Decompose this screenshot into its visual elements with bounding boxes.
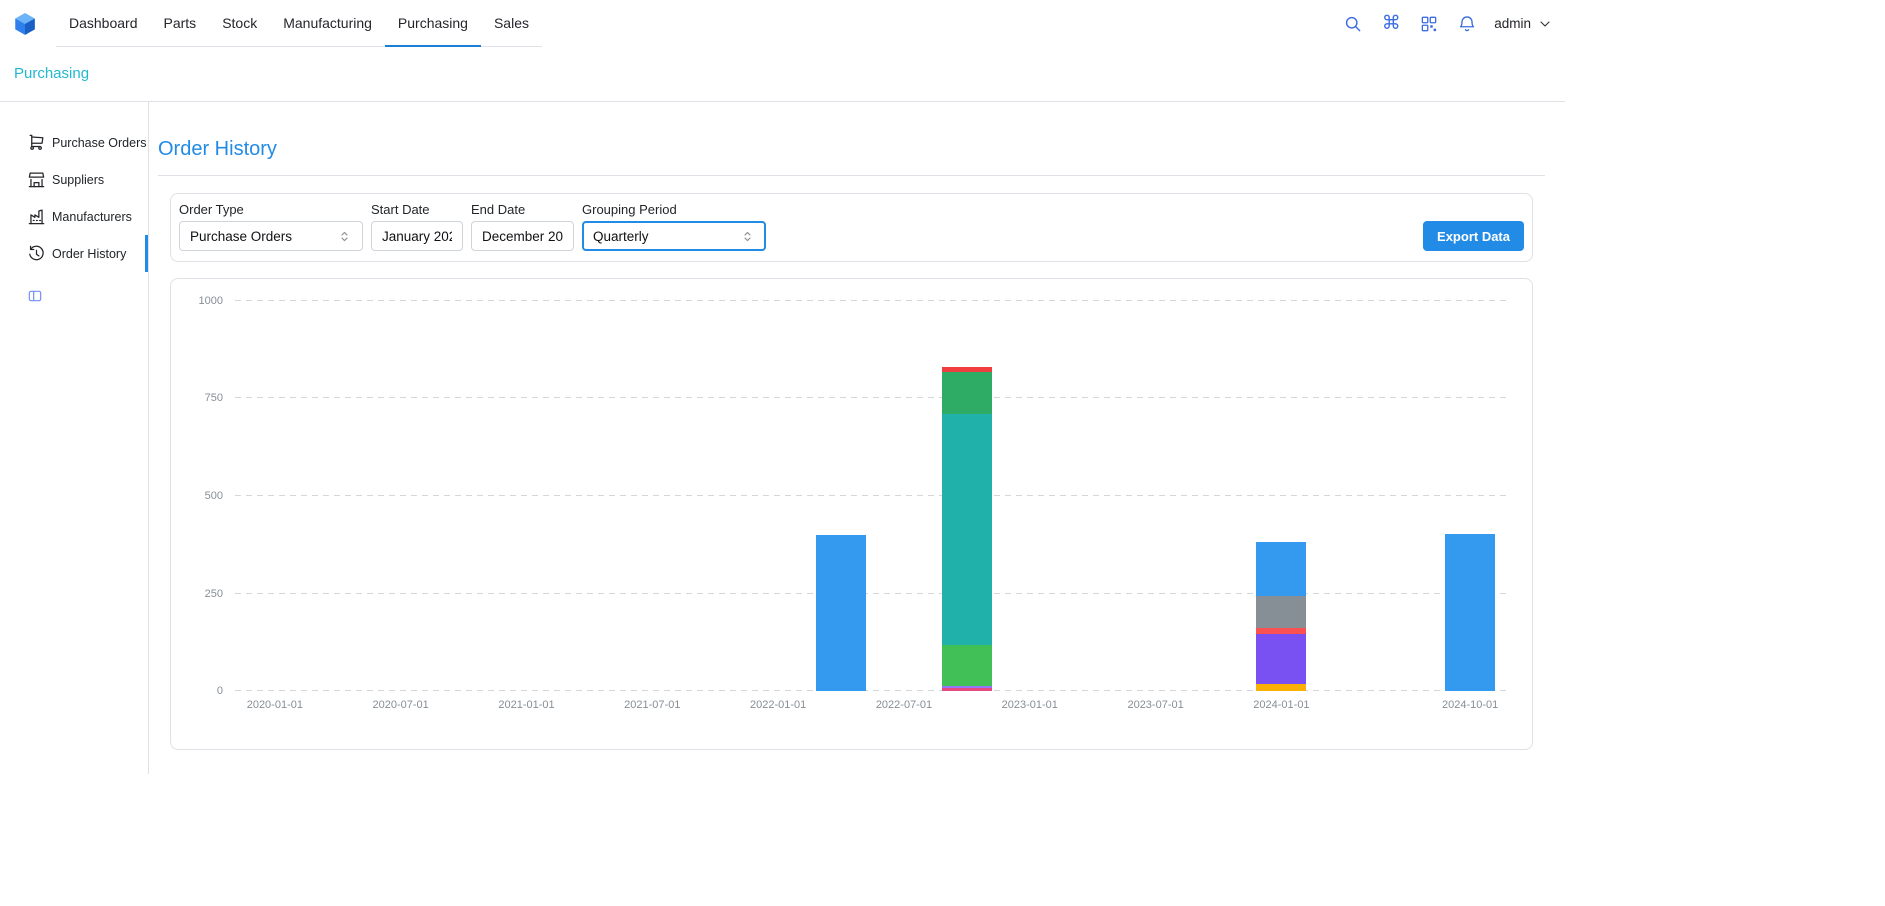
notifications-icon[interactable]	[1456, 13, 1478, 35]
select-chevrons-icon	[337, 229, 352, 244]
end-date-label: End Date	[471, 202, 574, 217]
gridline	[235, 495, 1510, 496]
end-date-input[interactable]	[471, 221, 574, 251]
gridline	[235, 690, 1510, 691]
bar-segment	[942, 372, 992, 415]
building-store-icon	[27, 170, 46, 189]
tab-purchasing[interactable]: Purchasing	[385, 0, 481, 47]
tab-stock[interactable]: Stock	[209, 0, 270, 47]
title-divider	[158, 175, 1545, 176]
sidebar-item-order-history[interactable]: Order History	[0, 235, 148, 272]
gridline	[235, 300, 1510, 301]
nav-actions: ⌘ admin	[1342, 0, 1553, 47]
gridline	[235, 397, 1510, 398]
x-axis-tick: 2022-07-01	[876, 699, 932, 711]
bar-segment	[1256, 634, 1306, 684]
tab-dashboard[interactable]: Dashboard	[56, 0, 151, 47]
filter-panel: Order Type Purchase Orders Start Date	[170, 193, 1533, 262]
history-icon	[27, 244, 46, 263]
tab-sales[interactable]: Sales	[481, 0, 542, 47]
grouping-period-value: Quarterly	[593, 229, 649, 244]
sidebar-item-label: Manufacturers	[52, 210, 132, 224]
bar-segment	[1256, 684, 1306, 691]
building-factory-icon	[27, 207, 46, 226]
command-icon[interactable]: ⌘	[1380, 13, 1402, 35]
x-axis-tick: 2021-07-01	[624, 699, 680, 711]
tab-parts[interactable]: Parts	[151, 0, 210, 47]
export-data-button[interactable]: Export Data	[1423, 221, 1524, 251]
sidebar-item-manufacturers[interactable]: Manufacturers	[0, 198, 148, 235]
barcode-scan-icon[interactable]	[1418, 13, 1440, 35]
x-axis-tick: 2023-01-01	[1002, 699, 1058, 711]
breadcrumb: Purchasing	[0, 47, 1565, 102]
order-history-chart: 02505007501000 2020-01-012020-07-012021-…	[170, 278, 1533, 750]
start-date-field: Start Date	[371, 202, 463, 251]
order-type-field: Order Type Purchase Orders	[179, 202, 363, 251]
sidebar-collapse-icon[interactable]	[27, 288, 43, 304]
start-date-input[interactable]	[371, 221, 463, 251]
sidebar-item-label: Suppliers	[52, 173, 104, 187]
tab-manufacturing[interactable]: Manufacturing	[270, 0, 385, 47]
bar-segment	[942, 645, 992, 686]
bar-segment	[942, 688, 992, 691]
y-axis-tick: 0	[217, 685, 223, 697]
chevron-down-icon	[1537, 16, 1553, 32]
end-date-field: End Date	[471, 202, 574, 251]
x-axis-tick: 2024-01-01	[1253, 699, 1309, 711]
bar-segment	[816, 535, 866, 691]
y-axis-tick: 1000	[199, 295, 223, 307]
gridline	[235, 593, 1510, 594]
content: Purchase Orders Suppliers Manufacturers Ord…	[0, 102, 1565, 774]
sidebar-item-suppliers[interactable]: Suppliers	[0, 161, 148, 198]
sidebar-item-purchase-orders[interactable]: Purchase Orders	[0, 124, 148, 161]
bar-segment	[1256, 542, 1306, 597]
user-menu[interactable]: admin	[1494, 16, 1553, 32]
x-axis-tick: 2020-07-01	[373, 699, 429, 711]
main-tabs: DashboardPartsStockManufacturingPurchasi…	[56, 0, 542, 47]
chart-x-axis: 2020-01-01 2020-07-01 2021-01-01 2021-07-01…	[235, 699, 1510, 715]
username: admin	[1494, 16, 1531, 31]
bar-2022-04-01[interactable]	[816, 299, 866, 691]
shopping-cart-icon	[27, 133, 46, 152]
bar-2024-10-01[interactable]	[1445, 299, 1495, 691]
main-panel: Order History Order Type Purchase Orders	[149, 102, 1565, 774]
x-axis-tick: 2020-01-01	[247, 699, 303, 711]
bar-segment	[942, 414, 992, 644]
x-axis-tick: 2022-01-01	[750, 699, 806, 711]
start-date-label: Start Date	[371, 202, 463, 217]
x-axis-tick: 2023-07-01	[1127, 699, 1183, 711]
top-nav: DashboardPartsStockManufacturingPurchasi…	[0, 0, 1565, 47]
bar-2024-01-01[interactable]	[1256, 299, 1306, 691]
sidebar-item-label: Purchase Orders	[52, 136, 146, 150]
search-icon[interactable]	[1342, 13, 1364, 35]
select-chevrons-icon	[740, 229, 755, 244]
order-type-value: Purchase Orders	[190, 229, 292, 244]
bar-segment	[1445, 534, 1495, 691]
sidebar: Purchase Orders Suppliers Manufacturers Ord…	[0, 102, 149, 774]
order-type-select[interactable]: Purchase Orders	[179, 221, 363, 251]
bar-segment	[1256, 596, 1306, 628]
chart-plot: 02505007501000	[235, 299, 1510, 691]
bar-2022-10-01[interactable]	[942, 299, 992, 691]
y-axis-tick: 750	[205, 392, 223, 404]
grouping-period-label: Grouping Period	[582, 202, 766, 217]
grouping-period-select[interactable]: Quarterly	[582, 221, 766, 251]
order-type-label: Order Type	[179, 202, 363, 217]
sidebar-item-label: Order History	[52, 247, 126, 261]
breadcrumb-purchasing[interactable]: Purchasing	[14, 65, 89, 82]
y-axis-tick: 500	[205, 490, 223, 502]
app: DashboardPartsStockManufacturingPurchasi…	[0, 0, 1565, 774]
y-axis-tick: 250	[205, 588, 223, 600]
x-axis-tick: 2021-01-01	[498, 699, 554, 711]
x-axis-tick: 2024-10-01	[1442, 699, 1498, 711]
grouping-period-field: Grouping Period Quarterly	[582, 202, 766, 251]
page-title: Order History	[158, 138, 1545, 161]
app-logo-icon[interactable]	[12, 11, 38, 37]
